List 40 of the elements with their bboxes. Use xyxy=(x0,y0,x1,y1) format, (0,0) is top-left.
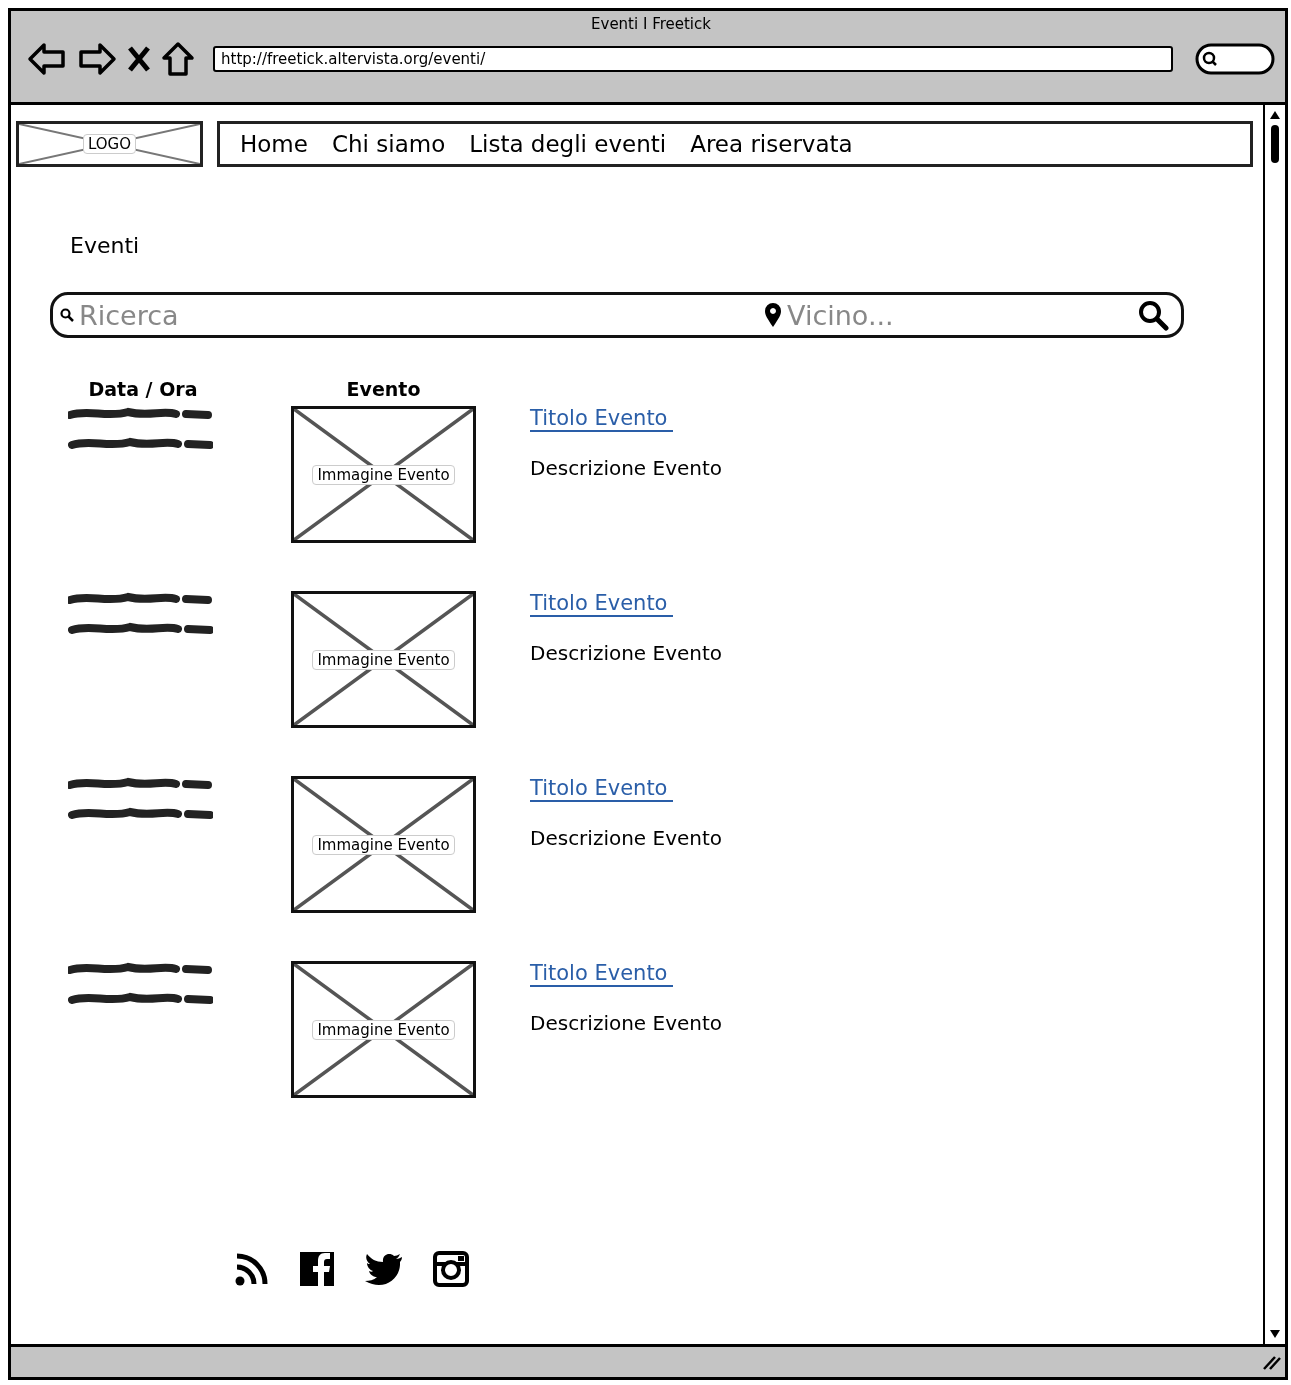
forward-icon[interactable] xyxy=(77,41,117,77)
facebook-icon[interactable] xyxy=(298,1250,336,1288)
nav-link[interactable]: Chi siamo xyxy=(331,131,446,157)
image-label: Immagine Evento xyxy=(312,1019,455,1040)
column-header: Evento xyxy=(345,378,422,400)
event-description: Descrizione Evento xyxy=(530,826,723,850)
bird-icon[interactable] xyxy=(364,1252,404,1286)
scroll-up-icon[interactable] xyxy=(1268,109,1282,121)
image-label: Immagine Evento xyxy=(312,834,455,855)
logo-label: LOGO xyxy=(82,134,137,154)
scrollbar-thumb[interactable] xyxy=(1271,125,1279,163)
event-description: Descrizione Evento xyxy=(530,1011,723,1035)
location-pin-icon xyxy=(763,302,783,328)
home-icon[interactable] xyxy=(161,41,195,77)
event-title-link[interactable]: Titolo Evento xyxy=(530,406,674,432)
page-heading: Eventi xyxy=(70,233,140,258)
camera-icon[interactable] xyxy=(432,1250,470,1288)
back-icon[interactable] xyxy=(27,41,67,77)
image-label: Immagine Evento xyxy=(312,649,455,670)
scroll-down-icon[interactable] xyxy=(1268,1328,1282,1340)
event-description: Descrizione Evento xyxy=(530,641,723,665)
event-description: Descrizione Evento xyxy=(530,456,723,480)
search-field-icon[interactable] xyxy=(1195,43,1275,75)
close-icon[interactable] xyxy=(127,45,151,73)
nav-link[interactable]: Home xyxy=(240,131,308,157)
image-label: Immagine Evento xyxy=(312,464,455,485)
column-header: Data / Ora xyxy=(87,378,199,400)
search-field[interactable]: Ricerca xyxy=(77,299,761,331)
nav-link[interactable]: Area riservata xyxy=(690,131,853,157)
search-icon xyxy=(59,307,75,323)
address-bar[interactable]: http://freetick.altervista.org/eventi/ xyxy=(213,46,1173,72)
event-title-link[interactable]: Titolo Evento xyxy=(530,961,674,987)
rss-icon[interactable] xyxy=(234,1251,270,1287)
search-icon[interactable] xyxy=(1137,299,1169,331)
nav-link[interactable]: Lista degli eventi xyxy=(469,131,667,157)
window-title: Eventi I Freetick xyxy=(590,15,712,33)
search-bar[interactable]: Ricerca Vicino... xyxy=(50,292,1184,338)
event-title-link[interactable]: Titolo Evento xyxy=(530,591,674,617)
event-title-link[interactable]: Titolo Evento xyxy=(530,776,674,802)
location-field[interactable]: Vicino... xyxy=(785,299,1135,331)
